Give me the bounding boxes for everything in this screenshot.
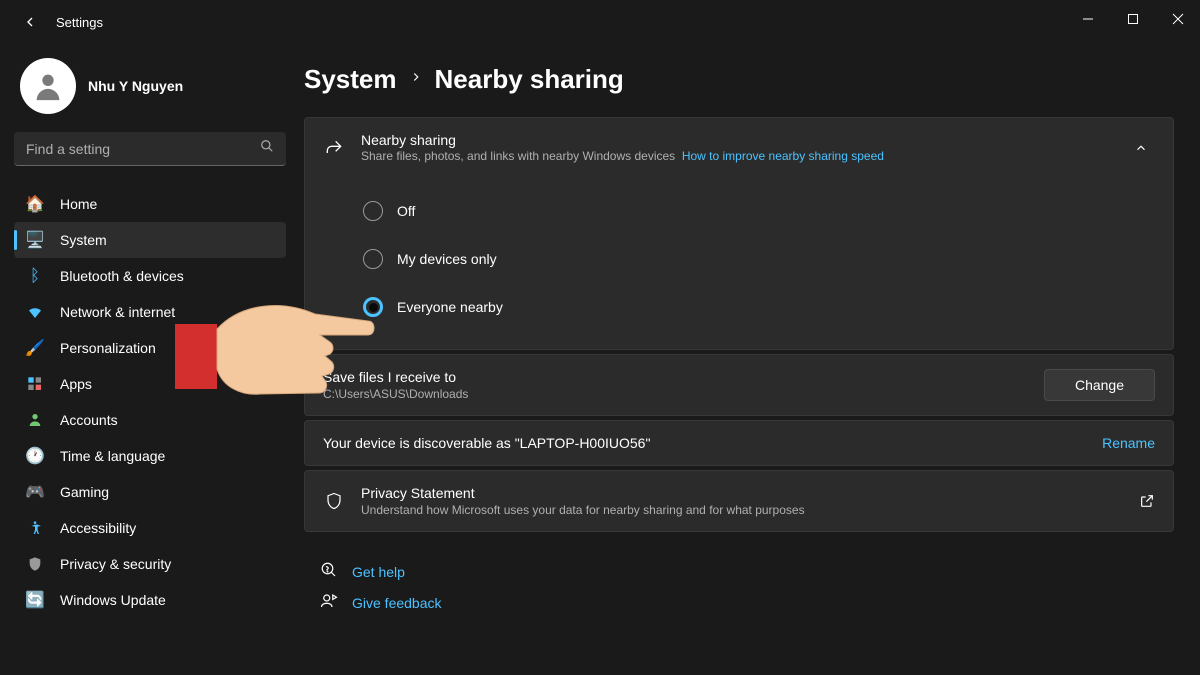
wifi-icon [26, 303, 44, 321]
chevron-up-icon [1127, 141, 1155, 155]
external-link-icon [1139, 493, 1155, 509]
back-button[interactable] [18, 10, 42, 34]
nav-label: Accessibility [60, 520, 136, 536]
nav-label: System [60, 232, 107, 248]
nav-home[interactable]: 🏠 Home [14, 186, 286, 222]
accessibility-icon [26, 519, 44, 537]
radio-label: Everyone nearby [397, 299, 503, 315]
system-icon: 🖥️ [26, 231, 44, 249]
nav-label: Privacy & security [60, 556, 171, 572]
discoverable-row: Your device is discoverable as "LAPTOP-H… [304, 420, 1174, 466]
clock-icon: 🕐 [26, 447, 44, 465]
search-input[interactable] [26, 141, 260, 157]
radio-label: My devices only [397, 251, 497, 267]
radio-indicator [363, 297, 383, 317]
minimize-button[interactable] [1065, 0, 1110, 38]
discover-text: Your device is discoverable as "LAPTOP-H… [323, 435, 1086, 451]
nearby-sharing-card: Nearby sharing Share files, photos, and … [304, 117, 1174, 350]
rename-link[interactable]: Rename [1102, 435, 1155, 451]
change-button[interactable]: Change [1044, 369, 1155, 401]
nav-label: Home [60, 196, 97, 212]
maximize-button[interactable] [1110, 0, 1155, 38]
close-button[interactable] [1155, 0, 1200, 38]
brush-icon: 🖌️ [26, 339, 44, 357]
main-content: System Nearby sharing Nearby sharing Sha… [300, 44, 1200, 675]
feedback-icon [320, 592, 338, 613]
update-icon: 🔄 [26, 591, 44, 609]
row-title: Privacy Statement [361, 485, 1123, 501]
radio-group: Off My devices only Everyone nearby [305, 177, 1173, 349]
save-files-row: Save files I receive to C:\Users\ASUS\Do… [304, 354, 1174, 416]
radio-off[interactable]: Off [363, 187, 1155, 235]
nav-gaming[interactable]: 🎮 Gaming [14, 474, 286, 510]
nav-label: Time & language [60, 448, 165, 464]
titlebar: Settings [0, 0, 1200, 44]
improve-speed-link[interactable]: How to improve nearby sharing speed [682, 149, 884, 163]
nav-privacy[interactable]: Privacy & security [14, 546, 286, 582]
nav-list: 🏠 Home 🖥️ System ᛒ Bluetooth & devices N… [14, 186, 286, 618]
radio-everyone[interactable]: Everyone nearby [363, 283, 1155, 331]
bluetooth-icon: ᛒ [26, 267, 44, 285]
help-links: Get help Give feedback [304, 536, 1174, 638]
card-title: Nearby sharing [361, 132, 1111, 148]
share-icon [323, 137, 345, 159]
window-controls [1065, 0, 1200, 38]
nav-update[interactable]: 🔄 Windows Update [14, 582, 286, 618]
nav-label: Accounts [60, 412, 118, 428]
radio-indicator [363, 249, 383, 269]
home-icon: 🏠 [26, 195, 44, 213]
search-icon [260, 139, 274, 158]
breadcrumb-parent[interactable]: System [304, 64, 397, 95]
row-subtitle: Understand how Microsoft uses your data … [361, 503, 1123, 517]
radio-indicator [363, 201, 383, 221]
radio-label: Off [397, 203, 415, 219]
gamepad-icon: 🎮 [26, 483, 44, 501]
sidebar: Nhu Y Nguyen 🏠 Home 🖥️ System ᛒ Bluetoot… [0, 44, 300, 675]
breadcrumb: System Nearby sharing [304, 64, 1174, 95]
radio-my-devices[interactable]: My devices only [363, 235, 1155, 283]
card-subtitle: Share files, photos, and links with near… [361, 149, 1111, 163]
profile-block[interactable]: Nhu Y Nguyen [14, 58, 286, 114]
person-icon [26, 411, 44, 429]
avatar [20, 58, 76, 114]
nav-label: Network & internet [60, 304, 175, 320]
nav-accessibility[interactable]: Accessibility [14, 510, 286, 546]
nav-personalization[interactable]: 🖌️ Personalization [14, 330, 286, 366]
save-path: C:\Users\ASUS\Downloads [323, 387, 1028, 401]
shield-icon [323, 490, 345, 512]
search-box[interactable] [14, 132, 286, 166]
get-help-link[interactable]: Get help [352, 564, 405, 580]
nav-bluetooth[interactable]: ᛒ Bluetooth & devices [14, 258, 286, 294]
apps-icon [26, 375, 44, 393]
nav-time[interactable]: 🕐 Time & language [14, 438, 286, 474]
row-title: Save files I receive to [323, 369, 1028, 385]
chevron-right-icon [409, 70, 423, 89]
profile-name: Nhu Y Nguyen [88, 78, 183, 94]
shield-icon [26, 555, 44, 573]
get-help-item: Get help [320, 556, 1158, 587]
nav-label: Personalization [60, 340, 156, 356]
nav-label: Gaming [60, 484, 109, 500]
help-icon [320, 561, 338, 582]
nav-network[interactable]: Network & internet [14, 294, 286, 330]
feedback-item: Give feedback [320, 587, 1158, 618]
give-feedback-link[interactable]: Give feedback [352, 595, 442, 611]
nav-label: Windows Update [60, 592, 166, 608]
window-title: Settings [56, 15, 103, 30]
nav-apps[interactable]: Apps [14, 366, 286, 402]
nav-system[interactable]: 🖥️ System [14, 222, 286, 258]
nav-label: Bluetooth & devices [60, 268, 184, 284]
nav-accounts[interactable]: Accounts [14, 402, 286, 438]
privacy-row[interactable]: Privacy Statement Understand how Microso… [304, 470, 1174, 532]
card-header[interactable]: Nearby sharing Share files, photos, and … [305, 118, 1173, 177]
nav-label: Apps [60, 376, 92, 392]
breadcrumb-current: Nearby sharing [435, 64, 624, 95]
